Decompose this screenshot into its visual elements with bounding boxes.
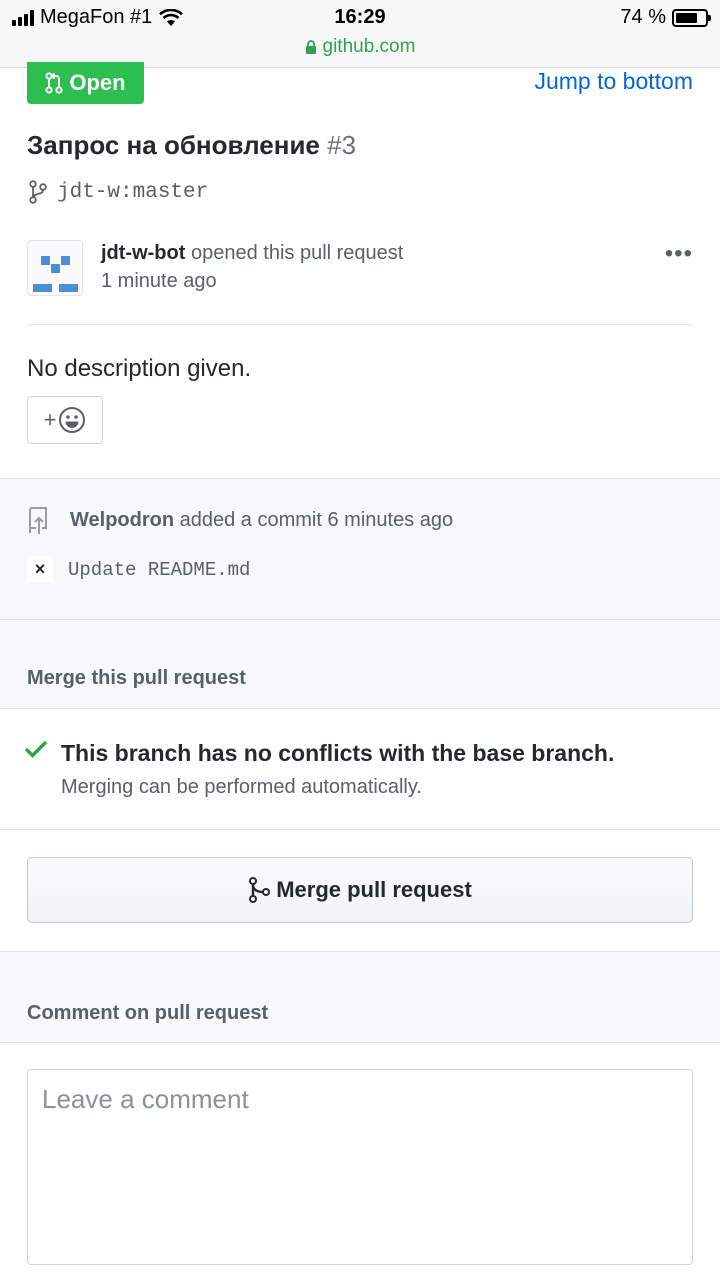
merge-status-subtitle: Merging can be performed automatically. [61,776,422,798]
state-badge-open: Open [27,62,144,104]
author-name[interactable]: jdt-w-bot [101,242,185,264]
battery-percent: 74 % [620,6,666,28]
lock-icon [305,39,316,54]
plus-label: + [43,407,57,432]
avatar[interactable] [27,240,83,296]
pull-request-icon [45,72,63,94]
commit-status-failed-icon[interactable]: × [27,556,53,582]
smiley-icon [59,407,86,433]
identicon-avatar-icon [33,256,78,292]
commit-message-link[interactable]: Update README.md [68,559,250,581]
branch-row: jdt-w:master [29,180,208,204]
jump-to-bottom-link[interactable]: Jump to bottom [534,68,693,95]
url-text: github.com [322,36,416,57]
battery-info: 74 % [620,6,711,29]
comment-section: Comment on pull request [0,951,720,1043]
merge-status-box: This branch has no conflicts with the ba… [0,708,720,830]
commit-event: Welpodron added a commit 6 minutes ago [70,509,453,532]
status-bar: MegaFon #1 16:29 74 % github.com [0,0,720,68]
branch-name: jdt-w:master [57,180,209,204]
pr-title-text: Запрос на обновление [27,130,320,160]
comment-section-heading: Comment on pull request [27,1002,269,1024]
battery-icon [672,8,711,27]
branch-icon [29,180,47,204]
add-reaction-button[interactable]: + [27,396,103,444]
repo-push-icon [29,507,47,534]
author-action: opened this pull request [190,242,404,264]
merge-status-title: This branch has no conflicts with the ba… [61,740,615,766]
clock: 16:29 [334,6,386,28]
opened-time: 1 minute ago [101,270,217,292]
commit-action: added a commit 6 minutes ago [179,509,454,531]
author-line: jdt-w-bot opened this pull request [101,242,403,265]
timeline: Welpodron added a commit 6 minutes ago ×… [0,478,720,708]
check-icon [24,740,48,758]
divider [27,324,693,325]
pr-description: No description given. [27,355,252,382]
state-badge-label: Open [69,70,126,95]
merge-pull-request-button[interactable]: Merge pull request [27,857,693,923]
page-title: Запрос на обновление #3 [27,130,356,161]
merge-section-heading: Merge this pull request [27,667,246,689]
divider [0,619,720,620]
commit-author[interactable]: Welpodron [70,509,174,531]
pr-number: #3 [327,130,357,160]
merge-icon [249,877,271,903]
more-options-icon[interactable]: ••• [665,242,693,266]
comment-input[interactable] [27,1069,693,1265]
url-bar[interactable]: github.com [0,36,720,58]
merge-button-label: Merge pull request [276,877,472,902]
